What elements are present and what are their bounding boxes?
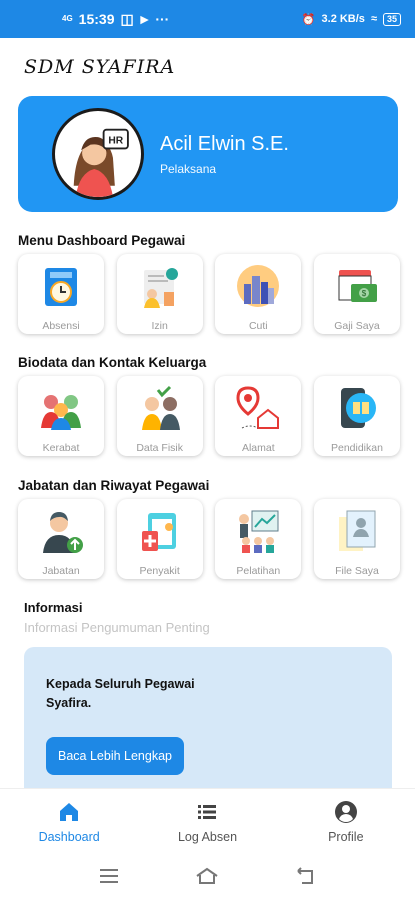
app-title: SDM SYAFIRA <box>24 56 176 78</box>
menu-icon[interactable] <box>97 864 121 888</box>
permission-icon <box>143 268 178 308</box>
home-button-icon[interactable] <box>195 864 219 888</box>
menu-grid-jabatan: Jabatan Penyakit Pelatihan File Saya <box>18 499 400 579</box>
menu-label: Gaji Saya <box>334 320 380 332</box>
menu-label: Absensi <box>42 320 80 332</box>
menu-label: Pelatihan <box>236 565 281 577</box>
menu-pendidikan[interactable]: Pendidikan <box>313 376 400 456</box>
menu-label: Pendidikan <box>330 442 383 454</box>
attendance-clock-icon <box>45 268 77 306</box>
menu-penyakit[interactable]: Penyakit <box>116 499 203 579</box>
menu-label: Jabatan <box>42 565 80 577</box>
salary-calendar-icon: $ <box>338 270 377 302</box>
info-subtitle: Informasi Pengumuman Penting <box>24 620 210 635</box>
nav-profile[interactable]: Profile <box>277 789 415 852</box>
list-icon <box>198 805 217 819</box>
info-title: Informasi <box>24 600 83 615</box>
status-bar: 4G 15:39 ◫ ► ··· ⏰ 3.2 KB/s ≈ 35 <box>0 0 415 38</box>
wifi-icon: ≈ <box>370 13 377 25</box>
menu-jabatan[interactable]: Jabatan <box>18 499 104 579</box>
read-more-button[interactable]: Baca Lebih Lengkap <box>46 737 184 775</box>
battery-indicator: 35 <box>382 12 401 26</box>
training-board-icon <box>239 510 279 553</box>
nav-label: Dashboard <box>38 830 100 844</box>
menu-kerabat[interactable]: Kerabat <box>18 376 104 456</box>
profile-card[interactable]: HR Acil Elwin S.E. Pelaksana <box>18 96 398 212</box>
menu-alamat[interactable]: Alamat <box>215 376 302 456</box>
menu-cuti[interactable]: Cuti <box>215 254 302 334</box>
nav-log-absen[interactable]: Log Absen <box>138 789 276 852</box>
system-nav-bar <box>0 852 415 900</box>
alarm-icon: ⏰ <box>301 13 316 26</box>
nav-label: Profile <box>328 830 364 844</box>
status-time: 15:39 <box>78 11 115 27</box>
menu-grid-biodata: Kerabat Data Fisik Alamat Pendidikan <box>18 376 400 456</box>
notification-icons: ◫ ► ··· <box>120 10 170 27</box>
physical-data-icon <box>141 385 180 430</box>
menu-label: File Saya <box>335 565 379 577</box>
avatar: HR <box>52 108 144 200</box>
announcement-message: Kepada Seluruh Pegawai Syafira. <box>46 677 195 710</box>
family-icon <box>41 395 81 430</box>
net-speed: 3.2 KB/s <box>321 13 365 25</box>
menu-pelatihan[interactable]: Pelatihan <box>215 499 302 579</box>
menu-absensi[interactable]: Absensi <box>18 254 104 334</box>
menu-label: Data Fisik <box>136 442 183 454</box>
section-title-dashboard: Menu Dashboard Pegawai <box>18 233 186 248</box>
bottom-navigation: Dashboard Log Absen Profile <box>0 788 415 852</box>
menu-label: Cuti <box>248 320 268 332</box>
menu-izin[interactable]: Izin <box>116 254 203 334</box>
back-icon[interactable] <box>294 864 318 888</box>
menu-file-saya[interactable]: File Saya <box>313 499 400 579</box>
profile-role: Pelaksana <box>160 161 217 176</box>
nav-dashboard[interactable]: Dashboard <box>0 789 138 852</box>
menu-data-fisik[interactable]: Data Fisik <box>116 376 203 456</box>
hr-badge: HR <box>108 136 123 147</box>
announcement-card: Kepada Seluruh Pegawai Syafira. Baca Leb… <box>24 647 392 797</box>
profile-name: Acil Elwin S.E. <box>160 132 289 155</box>
menu-label: Penyakit <box>139 565 180 577</box>
menu-label: Izin <box>151 320 168 332</box>
education-book-icon <box>340 388 376 428</box>
nav-label: Log Absen <box>177 830 238 844</box>
menu-gaji-saya[interactable]: $ Gaji Saya <box>313 254 400 334</box>
leave-city-icon <box>237 265 280 307</box>
section-title-jabatan: Jabatan dan Riwayat Pegawai <box>18 478 210 493</box>
menu-label: Alamat <box>241 442 275 454</box>
network-indicator: 4G <box>62 14 73 23</box>
medical-record-icon <box>141 513 176 551</box>
account-icon <box>334 801 357 823</box>
menu-grid-dashboard: Absensi Izin Cuti $ Gaji Saya <box>18 254 400 334</box>
svg-text:$: $ <box>362 289 367 298</box>
position-promotion-icon <box>43 512 83 553</box>
section-title-biodata: Biodata dan Kontak Keluarga <box>18 355 207 370</box>
file-folder-icon <box>338 510 376 551</box>
address-pin-icon <box>236 386 280 429</box>
home-icon <box>60 803 79 821</box>
menu-label: Kerabat <box>42 442 80 454</box>
